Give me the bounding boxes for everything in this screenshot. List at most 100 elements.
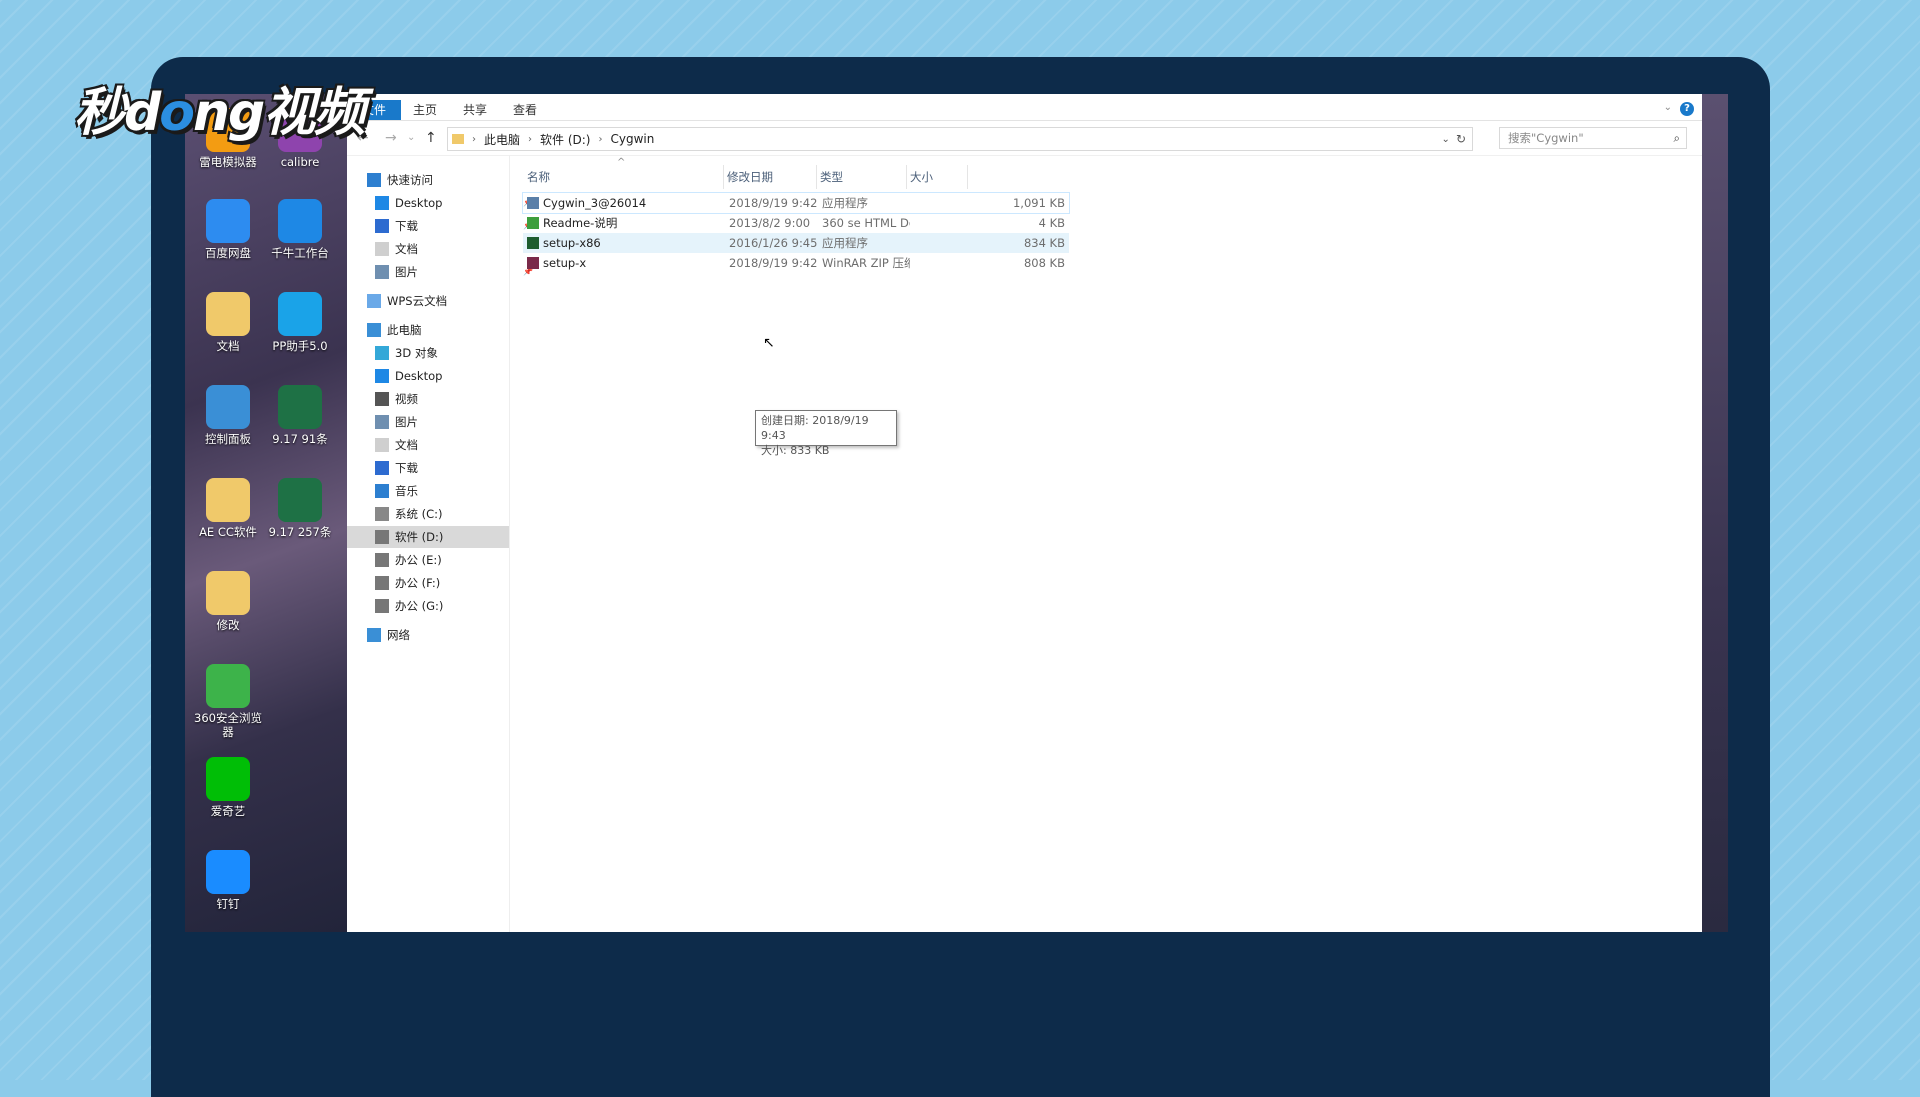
nav-pc-item[interactable]: 音乐: [375, 480, 509, 502]
nav-pc-item[interactable]: 3D 对象: [375, 342, 509, 364]
nav-pc-item[interactable]: Desktop: [375, 365, 509, 387]
nav-quick-access[interactable]: 快速访问: [367, 169, 509, 191]
file-row[interactable]: Readme-说明 2013/8/2 9:00 360 se HTML Do... 4…: [523, 213, 1069, 233]
nav-item-icon: [375, 369, 389, 383]
desktop-icon[interactable]: 千牛工作台: [264, 199, 336, 260]
nav-pc-item[interactable]: 办公 (F:): [375, 572, 509, 594]
tab-home[interactable]: 主页: [413, 100, 437, 120]
desktop-icon[interactable]: 修改: [192, 571, 264, 632]
pp-assistant-icon: [278, 292, 322, 336]
folder-icon: [452, 134, 464, 144]
refresh-icon[interactable]: ↻: [1456, 132, 1466, 146]
nav-item-icon: [375, 219, 389, 233]
breadcrumb-this-pc[interactable]: 此电脑: [484, 131, 520, 148]
recent-dropdown-icon[interactable]: ⌄: [407, 132, 415, 143]
nav-quick-item[interactable]: 下载📌: [375, 215, 533, 237]
desktop-icon-label: 雷电模拟器: [199, 155, 257, 169]
nav-item-icon: [375, 507, 389, 521]
breadcrumb-cygwin[interactable]: Cygwin: [610, 132, 654, 146]
file-row[interactable]: setup-x 2018/9/19 9:42 WinRAR ZIP 压缩 808 KB: [523, 253, 1069, 273]
desktop-icon[interactable]: 9.17 91条: [264, 385, 336, 446]
file-size: 808 KB: [1023, 256, 1065, 270]
nav-item-icon: [375, 438, 389, 452]
nav-network[interactable]: 网络: [367, 624, 509, 646]
nav-item-label: 下载: [395, 219, 418, 233]
nav-item-label: 此电脑: [387, 323, 422, 337]
file-date: 2018/9/19 9:42: [729, 196, 818, 210]
help-icon[interactable]: ?: [1680, 102, 1694, 116]
nav-pc-item[interactable]: 下载: [375, 457, 509, 479]
tab-share[interactable]: 共享: [463, 100, 487, 120]
brand-logo: 秒dong视频: [74, 83, 365, 143]
file-name: setup-x86: [543, 236, 601, 250]
column-date[interactable]: 修改日期: [723, 165, 817, 189]
nav-item-icon: [375, 484, 389, 498]
address-bar[interactable]: › 此电脑 › 软件 (D:) › Cygwin ⌄ ↻: [447, 127, 1473, 151]
nav-item-icon: [375, 576, 389, 590]
excel-icon: [278, 385, 322, 429]
file-row[interactable]: setup-x86 2016/1/26 9:45 应用程序 834 KB: [523, 233, 1069, 253]
file-row[interactable]: Cygwin_3@26014 2018/9/19 9:42 应用程序 1,091 KB: [522, 192, 1070, 214]
nav-item-label: Desktop: [395, 369, 443, 383]
tab-view[interactable]: 查看: [513, 100, 537, 120]
nav-item-label: 视频: [395, 392, 418, 406]
desktop-icon[interactable]: 文档: [192, 292, 264, 353]
desktop-icon[interactable]: PP助手5.0: [264, 292, 336, 353]
breadcrumb-drive-d[interactable]: 软件 (D:): [540, 131, 590, 148]
nav-pc-item[interactable]: 系统 (C:): [375, 503, 509, 525]
nav-item-label: 办公 (F:): [395, 576, 441, 590]
ribbon-expand-icon[interactable]: ⌄: [1664, 102, 1672, 113]
file-size: 4 KB: [1038, 216, 1065, 230]
desktop-icon[interactable]: 9.17 257条: [264, 478, 336, 539]
up-icon[interactable]: ↑: [425, 130, 437, 146]
desktop-icon[interactable]: 钉钉: [192, 850, 264, 911]
tooltip-size: 大小: 833 KB: [761, 444, 830, 457]
search-placeholder: 搜索"Cygwin": [1508, 131, 1584, 145]
desktop-icon[interactable]: AE CC软件: [192, 478, 264, 539]
column-size[interactable]: 大小: [906, 165, 968, 189]
column-name[interactable]: 名称: [523, 165, 724, 189]
nav-quick-item[interactable]: 图片 📌: [375, 261, 533, 283]
nav-item-label: 3D 对象: [395, 346, 438, 360]
desktop-icon-label: PP助手5.0: [272, 339, 328, 353]
file-size: 834 KB: [1023, 236, 1065, 250]
nav-pc-item[interactable]: 办公 (G:): [375, 595, 509, 617]
nav-pc-item[interactable]: 视频: [375, 388, 509, 410]
forward-icon[interactable]: →: [385, 130, 397, 146]
desktop-icon[interactable]: 爱奇艺: [192, 757, 264, 818]
qianniu-icon: [278, 199, 322, 243]
nav-item-icon: [375, 196, 389, 210]
nav-pc-item[interactable]: 办公 (E:): [375, 549, 509, 571]
search-input[interactable]: 搜索"Cygwin" ⌕: [1499, 127, 1687, 149]
column-type[interactable]: 类型: [816, 165, 907, 189]
nav-quick-item[interactable]: 文档📌: [375, 238, 533, 260]
nav-pc-item[interactable]: 文档: [375, 434, 509, 456]
file-type: 360 se HTML Do...: [822, 216, 910, 230]
folder-icon: [206, 292, 250, 336]
nav-item-icon: [375, 392, 389, 406]
nav-pc-item[interactable]: 图片: [375, 411, 509, 433]
desktop-icon[interactable]: 百度网盘: [192, 199, 264, 260]
nav-item-label: 网络: [387, 628, 410, 642]
nav-wps-cloud[interactable]: WPS云文档: [367, 290, 509, 312]
file-list: 名称 ^ 修改日期 类型 大小 Cygwin_3@26014 2018/9/19 …: [510, 155, 1702, 932]
nav-item-icon: [367, 323, 381, 337]
file-name: Cygwin_3@26014: [543, 196, 647, 210]
address-bar-row: ← → ⌄ ↑ › 此电脑 › 软件 (D:) › Cygwin ⌄ ↻ 搜索"…: [347, 121, 1702, 156]
nav-this-pc[interactable]: 此电脑: [367, 319, 509, 341]
file-date: 2018/9/19 9:42: [729, 256, 818, 270]
desktop-icon[interactable]: 控制面板: [192, 385, 264, 446]
tooltip-created: 创建日期: 2018/9/19 9:43: [761, 414, 869, 442]
file-explorer-window: 文件 主页 共享 查看 ⌄ ? ← → ⌄ ↑ › 此电脑 › 软件 (D:) …: [347, 94, 1702, 932]
address-dropdown-icon[interactable]: ⌄: [1442, 134, 1450, 145]
file-name: setup-x: [543, 256, 587, 270]
file-name: Readme-说明: [543, 216, 618, 230]
nav-item-icon: [375, 553, 389, 567]
nav-pc-item[interactable]: 软件 (D:): [347, 526, 509, 548]
desktop-icon-label: 9.17 257条: [268, 525, 332, 539]
desktop-icon[interactable]: 360安全浏览器: [192, 664, 264, 739]
nav-item-label: 图片: [395, 265, 418, 279]
nav-quick-item[interactable]: Desktop📌: [375, 192, 533, 214]
nav-item-label: 软件 (D:): [395, 530, 444, 544]
application-icon: [527, 197, 539, 209]
